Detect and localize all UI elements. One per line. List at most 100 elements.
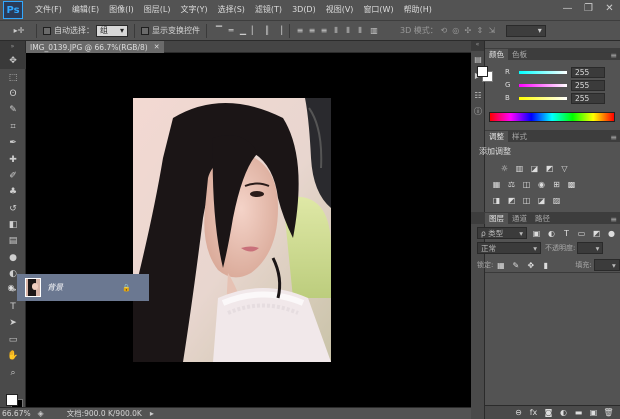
tab-channels[interactable]: 通道	[508, 213, 531, 224]
tab-styles[interactable]: 样式	[508, 131, 531, 142]
move-tool-preset-icon[interactable]: ▸✛	[10, 26, 28, 35]
color-fg-swatch[interactable]	[477, 66, 488, 77]
layer-name[interactable]: 背景	[47, 282, 63, 293]
document-image[interactable]	[133, 98, 331, 362]
3d-rotate-icon[interactable]: ⟲	[438, 26, 450, 35]
foreground-color-swatch[interactable]	[6, 394, 18, 406]
lock-transparent-icon[interactable]: ▦	[495, 260, 506, 270]
menu-type[interactable]: 文字(Y)	[175, 0, 212, 20]
type-tool[interactable]: T	[0, 299, 26, 315]
green-value-field[interactable]: 255	[571, 79, 605, 91]
vibrance-icon[interactable]: ▽	[559, 163, 570, 173]
panel-menu-icon[interactable]: ≡	[610, 133, 620, 142]
restore-button[interactable]: ❐	[578, 0, 599, 18]
layer-row-background[interactable]: ◉ 背景 🔒	[8, 274, 149, 301]
workspace-dropdown[interactable]: ▾	[505, 24, 546, 37]
blue-value-field[interactable]: 255	[571, 92, 605, 104]
align-hcenter-icon[interactable]: ║	[261, 26, 273, 35]
blue-slider[interactable]	[519, 96, 567, 100]
close-icon[interactable]: ✕	[154, 43, 160, 51]
exposure-icon[interactable]: ◩	[544, 163, 555, 173]
distribute-top-icon[interactable]: ≡	[294, 26, 306, 35]
menu-select[interactable]: 选择(S)	[213, 0, 250, 20]
filter-shape-icon[interactable]: ▭	[576, 228, 587, 238]
menu-layer[interactable]: 图层(L)	[139, 0, 176, 20]
filter-smart-icon[interactable]: ◩	[591, 228, 602, 238]
threshold-icon[interactable]: ◫	[521, 195, 532, 205]
auto-select-checkbox[interactable]	[43, 26, 51, 35]
auto-align-icon[interactable]: ▥	[368, 26, 380, 35]
blur-tool[interactable]: ●	[0, 250, 26, 266]
distribute-right-icon[interactable]: ⦀	[354, 26, 366, 36]
distribute-hcenter-icon[interactable]: ⦀	[342, 26, 354, 36]
invert-icon[interactable]: ◨	[491, 195, 502, 205]
align-right-icon[interactable]: ▕	[273, 26, 285, 35]
filter-type-icon[interactable]: T	[561, 228, 572, 238]
auto-select-dropdown[interactable]: 组 ▾	[96, 24, 128, 37]
brush-tool[interactable]: ✐	[0, 168, 26, 184]
add-mask-icon[interactable]: ◙	[543, 408, 554, 418]
levels-icon[interactable]: ▥	[514, 163, 525, 173]
align-top-icon[interactable]: ▔	[213, 26, 225, 35]
document-tab[interactable]: IMG_0139.JPG @ 66.7%(RGB/8) ✕	[26, 41, 164, 53]
link-layers-icon[interactable]: ⊖	[513, 408, 524, 418]
tab-adjustments[interactable]: 调整	[485, 131, 508, 142]
align-left-icon[interactable]: ▏	[249, 26, 261, 35]
canvas-area[interactable]	[26, 53, 471, 407]
3d-slide-icon[interactable]: ⇕	[474, 26, 486, 35]
minimize-button[interactable]: —	[557, 0, 578, 18]
eyedropper-tool[interactable]: ✒	[0, 135, 26, 151]
quick-select-tool[interactable]: ✎	[0, 102, 26, 118]
green-slider[interactable]	[519, 83, 567, 87]
distribute-left-icon[interactable]: ⦀	[330, 26, 342, 36]
zoom-tool[interactable]: ⌕	[0, 364, 26, 380]
new-layer-icon[interactable]: ▣	[588, 408, 599, 418]
crop-tool[interactable]: ⌗	[0, 119, 26, 135]
menu-edit[interactable]: 编辑(E)	[67, 0, 104, 20]
distribute-vcenter-icon[interactable]: ≡	[306, 26, 318, 35]
tab-layers[interactable]: 图层	[485, 213, 508, 224]
menu-3d[interactable]: 3D(D)	[287, 0, 321, 20]
path-select-tool[interactable]: ➤	[0, 315, 26, 331]
zoom-level[interactable]: 66.67%	[2, 409, 31, 418]
hand-tool[interactable]: ✋	[0, 348, 26, 364]
selective-color-icon[interactable]: ▨	[551, 195, 562, 205]
panel-collapse-grip[interactable]: «	[471, 41, 484, 51]
eye-icon[interactable]: ◉	[5, 283, 17, 292]
eraser-tool[interactable]: ◧	[0, 217, 26, 233]
color-lookup-icon[interactable]: ▩	[566, 179, 577, 189]
fx-icon[interactable]: fx	[528, 408, 539, 418]
history-brush-tool[interactable]: ↺	[0, 201, 26, 217]
3d-scale-icon[interactable]: ⇲	[486, 26, 498, 35]
align-bottom-icon[interactable]: ▁	[237, 26, 249, 35]
lock-image-icon[interactable]: ✎	[510, 260, 521, 270]
brightness-contrast-icon[interactable]: ☼	[499, 163, 510, 173]
menu-image[interactable]: 图像(I)	[104, 0, 139, 20]
delete-layer-icon[interactable]: 🗑	[603, 408, 614, 418]
toolbar-collapse-grip[interactable]: »	[0, 41, 25, 53]
properties-panel-icon[interactable]: ☷	[471, 87, 485, 103]
posterize-icon[interactable]: ◩	[506, 195, 517, 205]
lock-all-icon[interactable]: ▮	[540, 260, 551, 270]
move-tool[interactable]: ✥	[0, 53, 26, 70]
filter-pixel-icon[interactable]: ▣	[531, 228, 542, 238]
lasso-tool[interactable]: ʘ	[0, 86, 26, 102]
hue-saturation-icon[interactable]: ▦	[491, 179, 502, 189]
show-transform-checkbox[interactable]	[141, 26, 149, 35]
info-panel-icon[interactable]: ⓘ	[471, 103, 485, 119]
menu-filter[interactable]: 滤镜(T)	[250, 0, 287, 20]
gradient-map-icon[interactable]: ◪	[536, 195, 547, 205]
status-menu-arrow-icon[interactable]: ▸	[146, 409, 158, 418]
channel-mixer-icon[interactable]: ⊞	[551, 179, 562, 189]
tab-color[interactable]: 颜色	[485, 49, 508, 60]
marquee-tool[interactable]: ⬚	[0, 69, 26, 85]
align-vcenter-icon[interactable]: ═	[225, 26, 237, 35]
color-balance-icon[interactable]: ⚖	[506, 179, 517, 189]
gradient-tool[interactable]: ▤	[0, 233, 26, 249]
photo-filter-icon[interactable]: ◉	[536, 179, 547, 189]
menu-view[interactable]: 视图(V)	[321, 0, 359, 20]
3d-roll-icon[interactable]: ◎	[450, 26, 462, 35]
filter-toggle-icon[interactable]: ●	[606, 228, 617, 238]
panel-menu-icon[interactable]: ≡	[610, 215, 620, 224]
filter-adjust-icon[interactable]: ◐	[546, 228, 557, 238]
